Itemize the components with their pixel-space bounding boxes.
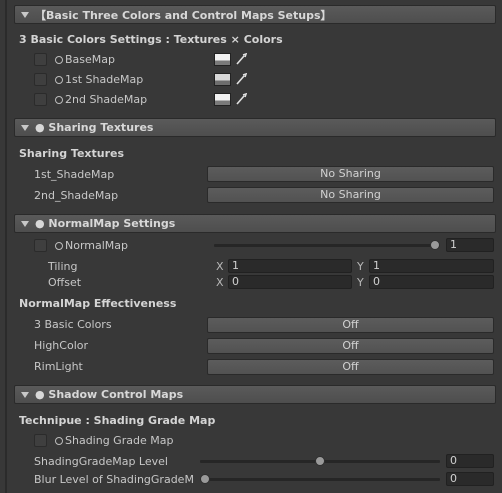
sharing-1st-label: 1st_ShadeMap: [34, 168, 115, 181]
shading-grade-map-checkbox[interactable]: [34, 434, 47, 447]
basemap-color-swatch[interactable]: [214, 53, 231, 66]
tiling-y-field[interactable]: 1: [369, 259, 494, 273]
shadow-technique-heading: Technipue : Shading Grade Map: [19, 414, 216, 427]
shading-grade-map-label: Shading Grade Map: [65, 434, 174, 447]
normalmap-slider-thumb[interactable]: [430, 240, 440, 250]
offset-y-axis-label: Y: [357, 276, 364, 289]
foldout-sharing-textures[interactable]: ● Sharing Textures: [14, 118, 496, 137]
normalmap-slider-track[interactable]: [214, 244, 440, 247]
shading-grade-level-label: ShadingGradeMap Level: [34, 455, 168, 468]
2nd-shademap-color-swatch[interactable]: [214, 93, 231, 106]
eyedropper-icon[interactable]: [235, 73, 247, 85]
foldout-normalmap-settings[interactable]: ● NormalMap Settings: [14, 214, 496, 233]
offset-label: Offset: [48, 276, 82, 289]
basemap-label: BaseMap: [65, 53, 115, 66]
tiling-x-field[interactable]: 1: [228, 259, 352, 273]
effect-basic-colors-label: 3 Basic Colors: [34, 318, 112, 331]
normalmap-effectiveness-heading: NormalMap Effectiveness: [19, 297, 177, 310]
object-picker-dot-icon[interactable]: [55, 56, 63, 64]
tiling-label: Tiling: [48, 260, 78, 273]
blur-level-slider-thumb[interactable]: [200, 474, 210, 484]
normalmap-checkbox[interactable]: [34, 239, 47, 252]
2nd-shademap-label: 2nd ShadeMap: [65, 93, 148, 106]
effect-highcolor-label: HighColor: [34, 339, 89, 352]
offset-y-field[interactable]: 0: [369, 275, 494, 289]
2nd-shademap-checkbox[interactable]: [34, 93, 47, 106]
offset-x-axis-label: X: [216, 276, 224, 289]
effect-rimlight-toggle[interactable]: Off: [207, 359, 494, 375]
blur-level-slider-track[interactable]: [200, 478, 440, 481]
eyedropper-icon[interactable]: [235, 53, 247, 65]
foldout-expanded-icon: [21, 391, 29, 398]
effect-rimlight-label: RimLight: [34, 360, 83, 373]
basemap-checkbox[interactable]: [34, 53, 47, 66]
foldout-expanded-icon: [21, 220, 29, 227]
sharing-2nd-label: 2nd_ShadeMap: [34, 189, 119, 202]
normalmap-value-field[interactable]: 1: [446, 238, 494, 252]
foldout-basic-colors[interactable]: 【Basic Three Colors and Control Maps Set…: [14, 5, 496, 24]
normalmap-label: NormalMap: [65, 239, 129, 252]
shading-grade-level-slider-thumb[interactable]: [315, 456, 325, 466]
object-picker-dot-icon[interactable]: [55, 437, 63, 445]
sharing-1st-dropdown[interactable]: No Sharing: [207, 166, 494, 182]
foldout-shadow-control-maps[interactable]: ● Shadow Control Maps: [14, 385, 496, 404]
eyedropper-icon[interactable]: [235, 93, 247, 105]
tiling-x-axis-label: X: [216, 260, 224, 273]
1st-shademap-label: 1st ShadeMap: [65, 73, 144, 86]
foldout-title: ● NormalMap Settings: [35, 217, 176, 230]
object-picker-dot-icon[interactable]: [55, 76, 63, 84]
1st-shademap-checkbox[interactable]: [34, 73, 47, 86]
effect-basic-colors-toggle[interactable]: Off: [207, 317, 494, 333]
blur-level-label: Blur Level of ShadingGradeM: [34, 473, 194, 486]
shading-grade-level-value-field[interactable]: 0: [446, 454, 494, 468]
sharing-heading: Sharing Textures: [19, 147, 125, 160]
1st-shademap-color-swatch[interactable]: [214, 73, 231, 86]
inspector-left-edge: [5, 0, 7, 493]
foldout-expanded-icon: [21, 11, 29, 18]
blur-level-value-field[interactable]: 0: [446, 472, 494, 486]
offset-x-field[interactable]: 0: [228, 275, 352, 289]
foldout-title: 【Basic Three Colors and Control Maps Set…: [35, 8, 332, 22]
object-picker-dot-icon[interactable]: [55, 242, 63, 250]
basic-colors-heading: 3 Basic Colors Settings : Textures × Col…: [19, 33, 283, 46]
effect-highcolor-toggle[interactable]: Off: [207, 338, 494, 354]
foldout-title: ● Shadow Control Maps: [35, 388, 184, 401]
sharing-2nd-dropdown[interactable]: No Sharing: [207, 187, 494, 203]
foldout-expanded-icon: [21, 124, 29, 131]
tiling-y-axis-label: Y: [357, 260, 364, 273]
object-picker-dot-icon[interactable]: [55, 96, 63, 104]
foldout-title: ● Sharing Textures: [35, 121, 154, 134]
